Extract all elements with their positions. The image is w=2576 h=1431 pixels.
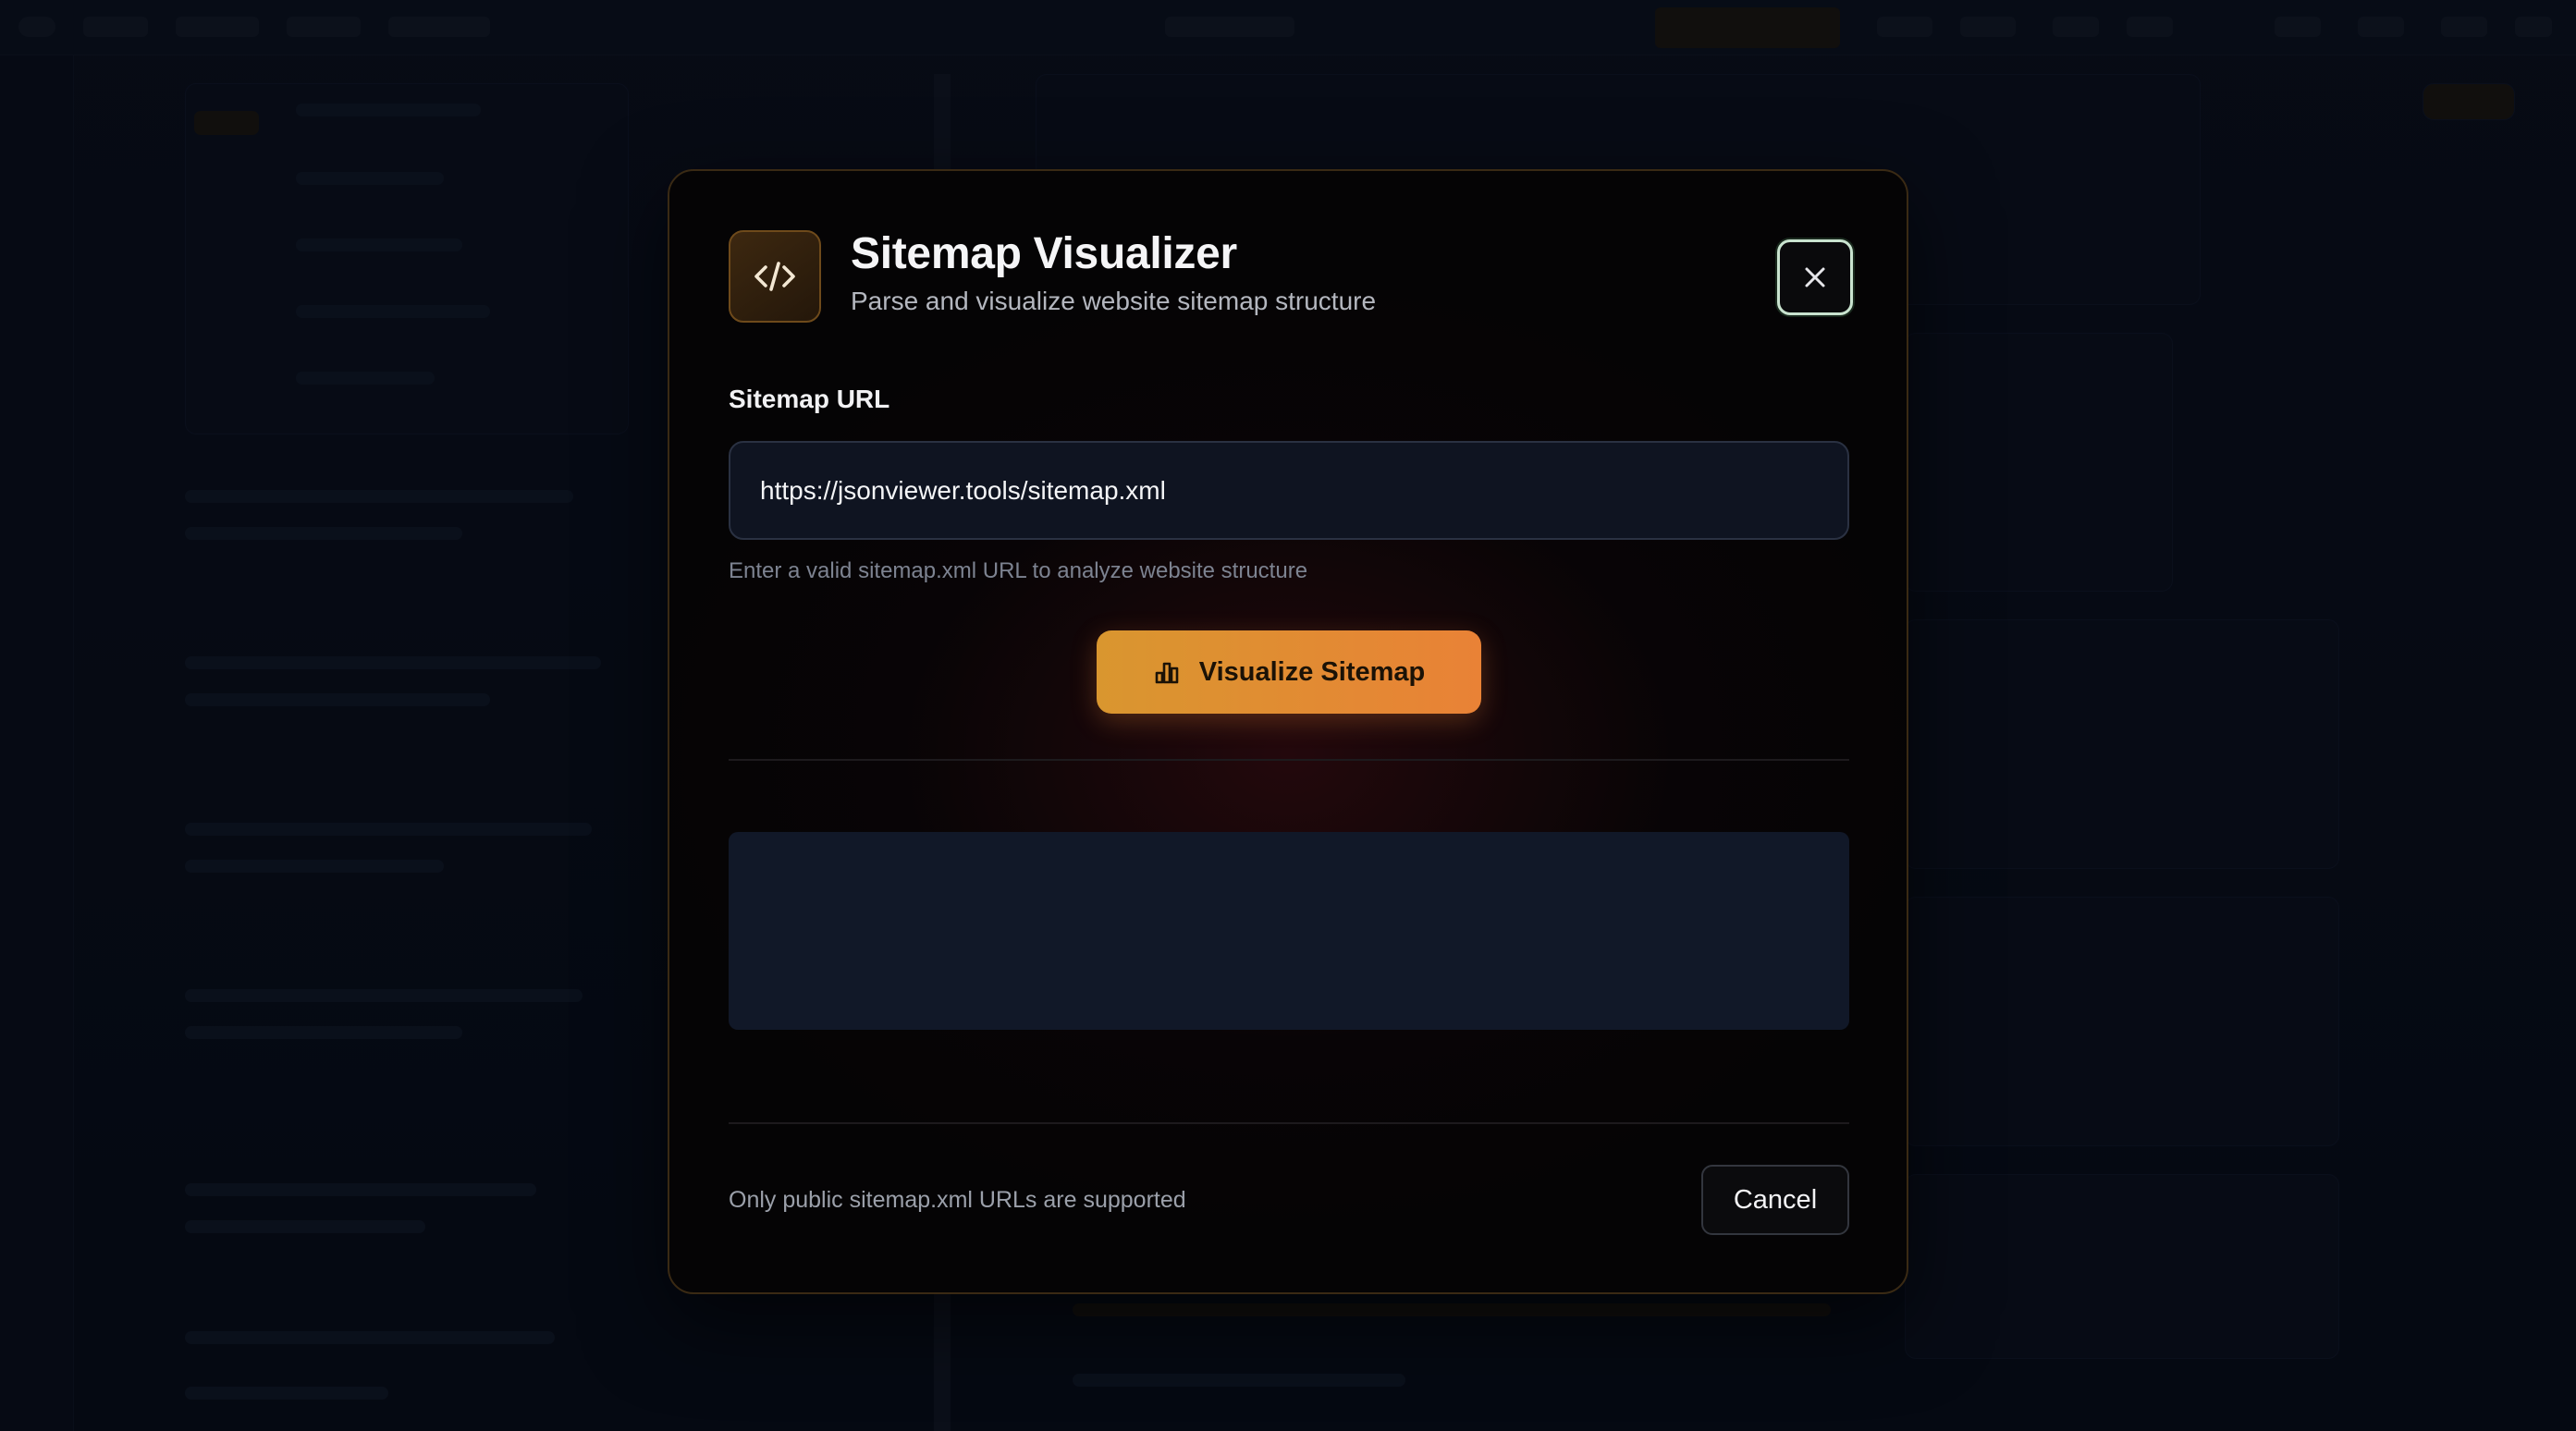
cancel-button[interactable]: Cancel — [1701, 1165, 1849, 1235]
bar-chart-icon — [1155, 662, 1179, 684]
sitemap-url-helper: Enter a valid sitemap.xml URL to analyze… — [729, 558, 1308, 583]
sitemap-visualizer-dialog: Sitemap Visualizer Parse and visualize w… — [668, 169, 1908, 1294]
close-icon — [1805, 267, 1825, 287]
sitemap-url-label: Sitemap URL — [729, 385, 890, 413]
dialog-subtitle: Parse and visualize website sitemap stru… — [851, 287, 1377, 315]
sitemap-url-input[interactable] — [729, 441, 1849, 540]
sitemap-result-area — [729, 832, 1849, 1030]
dialog-title: Sitemap Visualizer — [851, 229, 1237, 278]
footer-divider — [729, 1122, 1849, 1124]
section-divider — [729, 759, 1849, 761]
visualize-sitemap-label: Visualize Sitemap — [1198, 656, 1426, 687]
footer-note: Only public sitemap.xml URLs are support… — [729, 1187, 1186, 1213]
visualize-sitemap-button[interactable]: Visualize Sitemap — [1097, 630, 1481, 714]
code-icon — [729, 230, 821, 323]
close-button[interactable] — [1777, 239, 1853, 315]
